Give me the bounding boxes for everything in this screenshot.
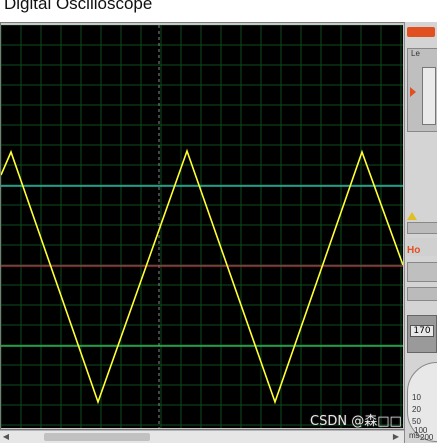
horizontal-scrollbar[interactable]: ◀ ▶: [0, 430, 404, 443]
horizontal-section-label: Ho: [407, 245, 421, 256]
level-control[interactable]: Le: [407, 48, 437, 132]
warning-icon: [407, 212, 417, 220]
timebase-tick-10: 10: [412, 393, 421, 402]
waveform-display: [1, 25, 403, 428]
timebase-unit: ms: [409, 431, 420, 440]
position-scroll[interactable]: [407, 287, 437, 301]
horizontal-control[interactable]: [407, 262, 437, 282]
watermark: CSDN @森□□: [310, 414, 402, 429]
position-knob[interactable]: 170: [407, 315, 437, 353]
scroll-thumb[interactable]: [44, 433, 150, 441]
timebase-tick-50: 50: [412, 417, 421, 426]
control-panel: Le Ho 170 10 20 50 100 200 ms: [404, 22, 437, 443]
position-value: 170: [410, 325, 434, 337]
channel-a-header: [407, 27, 435, 37]
scroll-right-icon[interactable]: ▶: [390, 431, 402, 443]
timebase-tick-200: 200: [420, 433, 434, 442]
level-pointer-icon: [410, 87, 416, 97]
scroll-left-icon[interactable]: ◀: [0, 431, 12, 443]
level-label: Le: [411, 49, 420, 58]
oscilloscope-screen: [1, 25, 403, 428]
timebase-dial[interactable]: 10 20 50 100 200 ms: [407, 362, 437, 442]
timebase-tick-20: 20: [412, 405, 421, 414]
window-title: Digital Oscilloscope: [4, 0, 153, 13]
grid: [1, 25, 403, 428]
channel-a-switch[interactable]: [407, 222, 437, 234]
level-slider[interactable]: [422, 67, 436, 125]
